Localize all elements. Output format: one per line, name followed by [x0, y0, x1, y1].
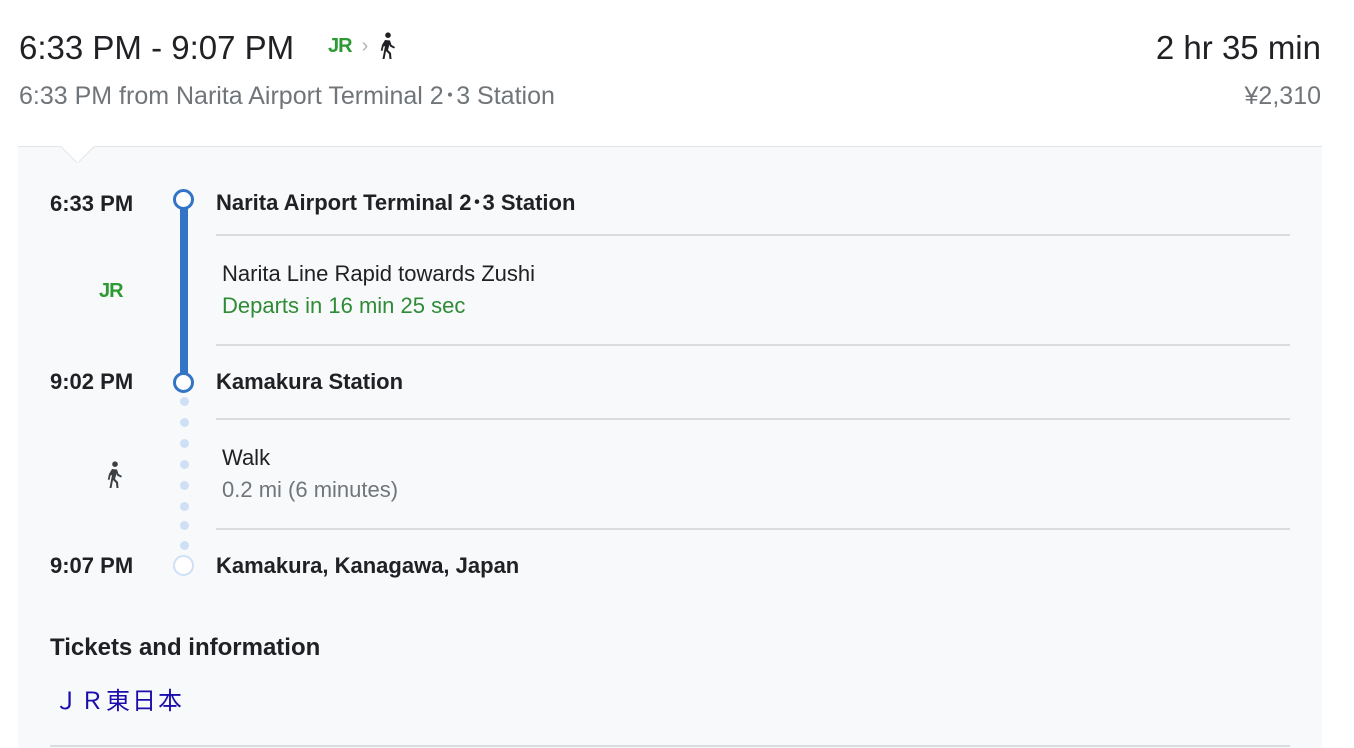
jr-east-link[interactable]: ＪＲ東日本 — [54, 681, 184, 716]
walk-dot — [180, 541, 189, 550]
walk-label: Walk — [222, 445, 271, 470]
train-rail-line — [180, 205, 188, 376]
origin-stop-node — [173, 189, 194, 210]
trip-duration: 2 hr 35 min — [1155, 29, 1321, 66]
divider — [216, 418, 1290, 420]
walk-detail: 0.2 mi (6 minutes) — [222, 477, 399, 502]
transfer-stop-node — [173, 372, 194, 393]
walk-dot — [180, 439, 189, 448]
walk-dot — [180, 418, 189, 427]
walk-icon — [381, 32, 396, 59]
divider — [50, 745, 1290, 747]
transfer-station-name[interactable]: Kamakura Station — [216, 369, 403, 395]
tickets-heading: Tickets and information — [50, 634, 321, 661]
mode-icons: JR › — [328, 31, 397, 61]
departure-info: 6:33 PM from Narita Airport Terminal 2･3… — [19, 82, 555, 110]
transfer-time: 9:02 PM — [50, 369, 134, 394]
divider — [216, 234, 1290, 236]
jr-logo-icon: JR — [99, 280, 124, 302]
walk-dot — [180, 460, 189, 469]
jr-logo-icon: JR — [328, 34, 353, 57]
origin-time: 6:33 PM — [50, 191, 134, 216]
walk-dot — [180, 502, 189, 511]
trip-fare: ¥2,310 — [1244, 82, 1321, 110]
walk-dot — [180, 397, 189, 406]
walk-dot — [180, 521, 189, 530]
walk-dot — [180, 481, 189, 490]
destination-time: 9:07 PM — [50, 553, 134, 578]
time-range: 6:33 PM - 9:07 PM — [19, 29, 295, 66]
destination-stop-node — [173, 555, 194, 576]
destination-name[interactable]: Kamakura, Kanagawa, Japan — [216, 553, 519, 579]
walk-icon — [107, 461, 122, 488]
chevron-right-icon: › — [361, 34, 369, 57]
divider — [216, 528, 1290, 530]
departure-status: Departs in 16 min 25 sec — [222, 293, 466, 318]
train-line-name[interactable]: Narita Line Rapid towards Zushi — [222, 261, 535, 287]
route-summary-header[interactable]: 6:33 PM - 9:07 PM JR › 2 hr 35 min 6:33 … — [0, 0, 1354, 146]
origin-station-name[interactable]: Narita Airport Terminal 2･3 Station — [216, 185, 575, 217]
divider — [216, 344, 1290, 346]
